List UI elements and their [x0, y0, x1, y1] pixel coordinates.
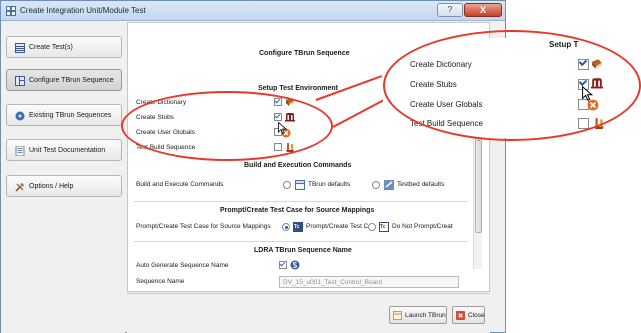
page-title: Configure TBrun Sequence [259, 50, 350, 57]
sequence-name-label: Sequence Name [136, 278, 185, 285]
tbrun-defaults-icon [295, 180, 305, 190]
window-close-button[interactable]: X [464, 3, 502, 17]
build-section-title: Build and Execution Commands [244, 162, 352, 169]
sidebar-item-configure-sequence[interactable]: Configure TBrun Sequence [6, 69, 122, 91]
sidebar-item-create-tests[interactable]: Create Test(s) [6, 36, 122, 58]
prompt-create-option[interactable]: Prompt/Create Test C [306, 223, 368, 230]
section-divider [134, 201, 468, 202]
sequence-name-input[interactable]: DV_15_u001_Test_Control_Board [279, 276, 459, 288]
sidebar: Create Test(s) Configure TBrun Sequence … [1, 22, 125, 333]
highlight-oval-small [121, 91, 333, 161]
app-icon [6, 6, 16, 16]
testbed-defaults-icon [384, 180, 394, 190]
tbrun-defaults-option[interactable]: TBrun defaults [308, 181, 350, 188]
launch-tbrun-button[interactable]: Launch TBrun [389, 306, 447, 324]
launch-label: Launch TBrun [405, 312, 446, 319]
existing-sequence-icon [15, 111, 25, 121]
sidebar-item-existing-sequences[interactable]: Existing TBrun Sequences [6, 104, 122, 126]
do-not-prompt-option[interactable]: Do Not Prompt/Creat [392, 223, 453, 230]
close-label: Close [468, 312, 485, 319]
build-execute-label: Build and Execute Commands [136, 181, 224, 188]
close-icon [456, 311, 465, 320]
auto-generate-icon [290, 260, 300, 270]
section-divider [134, 241, 468, 242]
name-section-title: LDRA TBrun Sequence Name [254, 247, 352, 254]
sidebar-item-label: Configure TBrun Sequence [29, 77, 114, 84]
window-title: Create Integration Unit/Module Test [20, 6, 146, 15]
documentation-icon [15, 146, 25, 156]
mouse-cursor-icon [278, 122, 287, 134]
create-test-icon [15, 43, 25, 53]
auto-generate-label: Auto Generate Sequence Name [136, 262, 229, 269]
setup-section-title: Setup Test Environment [258, 85, 338, 92]
sidebar-item-label: Options / Help [29, 183, 74, 190]
sidebar-item-label: Existing TBrun Sequences [29, 112, 112, 119]
options-icon [15, 183, 24, 192]
scrollbar-grip [477, 140, 480, 141]
sidebar-item-label: Unit Test Documentation [29, 147, 106, 154]
prompt-create-label: Prompt/Create Test Case for Source Mappi… [136, 223, 271, 230]
prompt-section-title: Prompt/Create Test Case for Source Mappi… [220, 207, 375, 214]
sidebar-item-label: Create Test(s) [29, 44, 73, 51]
configure-sequence-icon [15, 76, 25, 86]
prompt-create-radio[interactable] [282, 223, 290, 231]
sidebar-item-options-help[interactable]: Options / Help [6, 175, 122, 197]
testbed-defaults-option[interactable]: Testbed defaults [397, 181, 444, 188]
help-button[interactable]: ? [437, 3, 463, 17]
build-tbrun-defaults-radio[interactable] [283, 181, 291, 189]
launch-icon [393, 311, 402, 320]
prompt-tc-badge: Tc [294, 224, 300, 230]
no-prompt-tc-badge: Tc [380, 224, 386, 230]
title-bar: Create Integration Unit/Module Test ? X [1, 1, 505, 21]
build-testbed-defaults-radio[interactable] [372, 181, 380, 189]
auto-generate-checkbox[interactable] [279, 261, 287, 269]
close-button[interactable]: Close [452, 306, 485, 324]
highlight-oval-large [383, 30, 641, 141]
bottom-bar: Launch TBrun Close [127, 293, 490, 333]
sidebar-item-documentation[interactable]: Unit Test Documentation [6, 139, 122, 161]
do-not-prompt-radio[interactable] [368, 223, 376, 231]
